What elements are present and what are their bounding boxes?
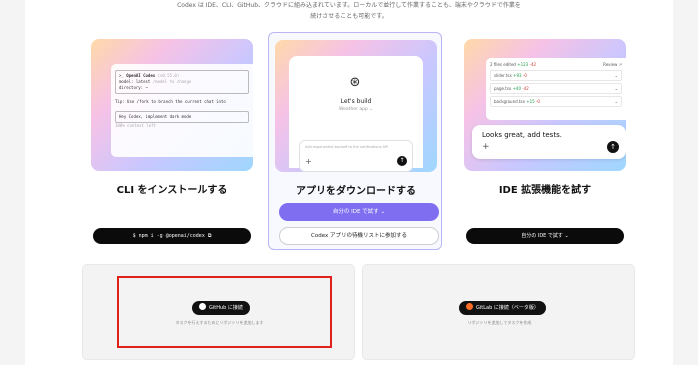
diff-file-row: background.tsx +15 -0 ⌄ xyxy=(490,96,622,107)
chevron-down-icon: ⌄ xyxy=(614,86,618,91)
send-arrow-icon: ↑ xyxy=(607,141,619,153)
join-waitlist-button[interactable]: Codex アプリの待機リストに参加する xyxy=(279,227,439,245)
chat-text: Looks great, add tests. xyxy=(482,131,562,139)
model-label: model: xyxy=(119,79,134,84)
intro-text: Codex は IDE、CLI、GitHub、クラウドに組み込まれています。ロー… xyxy=(25,0,673,22)
terminal-version: (v0.55.0) xyxy=(157,73,180,78)
gitlab-icon xyxy=(466,303,473,310)
chat-input-mock: Looks great, add tests. + ↑ xyxy=(472,125,626,159)
app-card: ⊛ Let's build Weather app ⌄ Add exponent… xyxy=(268,32,442,250)
connect-gitlab-button[interactable]: GitLab に接続（ベータ版） xyxy=(459,301,546,315)
ide-preview-image: 2 files edited +123 -42 Review ↗ slider.… xyxy=(464,39,626,171)
terminal-app-name: OpenAI Codex xyxy=(126,73,156,78)
diff-summary-removed: -42 xyxy=(529,62,537,67)
diff-summary-mock: 2 files edited +123 -42 Review ↗ slider.… xyxy=(486,58,626,120)
diff-file-removed: -0 xyxy=(522,73,527,78)
review-link: Review ↗ xyxy=(603,62,622,67)
terminal-context: 100% context left xyxy=(115,123,156,128)
diff-file-removed: -0 xyxy=(535,99,540,104)
app-preview-image: ⊛ Let's build Weather app ⌄ Add exponent… xyxy=(275,40,437,172)
diff-file-row: page.tsx +40 -42 ⌄ xyxy=(490,83,622,94)
model-hint: /model to change xyxy=(152,79,192,84)
plus-icon: + xyxy=(482,142,490,152)
gitlab-subtext: リポジトリを追加してタスクを作成 xyxy=(467,320,532,325)
gitlab-connect-panel: GitLab に接続（ベータ版） リポジトリを追加してタスクを作成 xyxy=(362,264,635,360)
intro-line-2: 続けさせることも可能です。 xyxy=(310,13,388,20)
terminal-mock: >_ OpenAI Codex (v0.55.0) model: latest … xyxy=(111,64,253,157)
npm-install-label: $ npm i -g @openai/codex xyxy=(132,233,205,239)
prompt-placeholder: Add exponential backoff to the notificat… xyxy=(305,145,389,149)
diff-file-added: +40 xyxy=(512,86,522,91)
diff-summary: 2 files edited xyxy=(490,62,516,67)
model-value: latest xyxy=(135,79,151,84)
dir-value: ~ xyxy=(145,85,148,90)
diff-file-name: slider.tsx xyxy=(494,73,512,78)
diff-header: 2 files edited +123 -42 Review ↗ xyxy=(490,62,622,67)
app-card-title: アプリをダウンロードする xyxy=(296,186,416,197)
diff-file-added: +15 xyxy=(526,99,535,104)
cli-card-title: CLI をインストールする xyxy=(116,185,228,196)
prompt-box-mock: Add exponential backoff to the notificat… xyxy=(299,140,413,172)
lets-build-heading: Let's build xyxy=(340,98,372,105)
terminal-header: >_ OpenAI Codex (v0.55.0) model: latest … xyxy=(115,70,249,94)
try-ide-extension-button[interactable]: 自分の IDE で試す ⌄ xyxy=(466,228,624,244)
ide-card: 2 files edited +123 -42 Review ↗ slider.… xyxy=(458,32,632,250)
send-arrow-icon: ↑ xyxy=(397,156,407,166)
cli-preview-image: >_ OpenAI Codex (v0.55.0) model: latest … xyxy=(91,39,253,171)
diff-file-removed: -42 xyxy=(522,86,529,91)
plus-icon: + xyxy=(305,157,312,166)
diff-file-added: +93 xyxy=(513,73,522,78)
diff-file-row: slider.tsx +93 -0 ⌄ xyxy=(490,70,622,81)
npm-install-copy-button[interactable]: $ npm i -g @openai/codex ⧉ xyxy=(93,228,251,244)
intro-line-1: Codex は IDE、CLI、GitHub、クラウドに組み込まれています。ロー… xyxy=(177,2,521,9)
connect-gitlab-label: GitLab に接続（ベータ版） xyxy=(476,305,539,311)
page-background: Codex は IDE、CLI、GitHub、クラウドに組み込まれています。ロー… xyxy=(0,0,698,365)
diff-summary-added: +123 xyxy=(517,62,529,67)
diff-file-name: background.tsx xyxy=(494,99,525,104)
openai-logo-icon: ⊛ xyxy=(349,75,361,90)
dir-label: directory: xyxy=(119,85,144,90)
terminal-input: Hey Codex, implement dark mode xyxy=(115,111,249,123)
app-window-mock: ⊛ Let's build Weather app ⌄ Add exponent… xyxy=(289,56,423,172)
try-in-ide-button[interactable]: 自分の IDE で試す ⌄ xyxy=(279,203,439,221)
copy-icon: ⧉ xyxy=(207,233,212,239)
chevron-down-icon: ⌄ xyxy=(614,73,618,78)
chevron-down-icon: ⌄ xyxy=(614,99,618,104)
ide-card-title: IDE 拡張機能を試す xyxy=(498,185,592,196)
highlight-box xyxy=(117,276,332,348)
cli-card: >_ OpenAI Codex (v0.55.0) model: latest … xyxy=(85,32,259,250)
workspace-selector: Weather app ⌄ xyxy=(338,107,374,112)
diff-file-name: page.tsx xyxy=(494,86,512,91)
terminal-tip: Tip: Use /fork to branch the current cha… xyxy=(115,99,226,104)
